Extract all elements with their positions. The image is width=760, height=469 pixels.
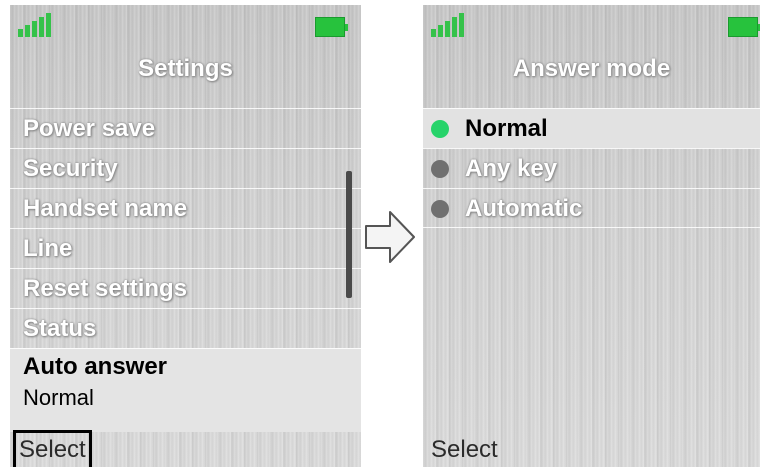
menu-item-security[interactable]: Security: [10, 148, 361, 188]
menu-item-reset-settings[interactable]: Reset settings: [10, 268, 361, 308]
menu-item-line[interactable]: Line: [10, 228, 361, 268]
option-label: Any key: [465, 155, 558, 182]
menu-item-auto-answer[interactable]: Auto answer Normal: [10, 348, 361, 432]
battery-icon: [315, 17, 348, 37]
menu-item-status[interactable]: Status: [10, 308, 361, 348]
option-any-key[interactable]: Any key: [423, 148, 760, 188]
option-automatic[interactable]: Automatic: [423, 188, 760, 228]
radio-unselected-icon: [431, 200, 449, 218]
option-label: Automatic: [465, 195, 583, 222]
menu-item-value: Normal: [23, 385, 94, 410]
settings-menu: Power save Security Handset name Line Re…: [10, 108, 361, 432]
settings-screen: Settings Power save Security Handset nam…: [10, 5, 361, 467]
select-softkey[interactable]: Select: [427, 435, 502, 467]
answer-mode-options: Normal Any key Automatic: [423, 108, 760, 228]
right-arrow-icon: [365, 211, 415, 263]
radio-unselected-icon: [431, 160, 449, 178]
menu-item-power-save[interactable]: Power save: [10, 108, 361, 148]
signal-strength-icon: [18, 13, 51, 37]
page-title: Answer mode: [512, 55, 671, 82]
page-title: Settings: [138, 55, 233, 82]
battery-icon: [728, 17, 760, 37]
menu-item-label: Auto answer: [23, 353, 168, 380]
signal-strength-icon: [431, 13, 464, 37]
scrollbar[interactable]: [346, 171, 352, 298]
answer-mode-screen: Answer mode Normal Any key Automatic Sel…: [423, 5, 760, 467]
option-label: Normal: [465, 115, 548, 142]
radio-selected-icon: [431, 120, 449, 138]
select-softkey[interactable]: Select: [13, 430, 92, 467]
option-normal[interactable]: Normal: [423, 108, 760, 148]
menu-item-handset-name[interactable]: Handset name: [10, 188, 361, 228]
